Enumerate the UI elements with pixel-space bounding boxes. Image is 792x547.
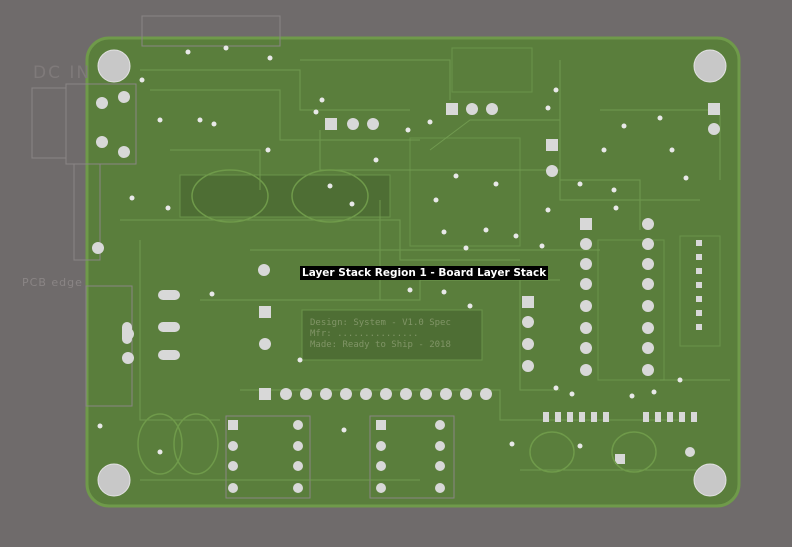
connector-silk-label: DC IN bbox=[33, 63, 92, 83]
pcb-edge-label: PCB edge bbox=[22, 276, 83, 289]
board-silkscreen-text: Design: System - V1.0 Spec Mfr: ........… bbox=[310, 318, 451, 350]
layer-stack-region-label[interactable]: Layer Stack Region 1 - Board Layer Stack bbox=[300, 266, 549, 280]
